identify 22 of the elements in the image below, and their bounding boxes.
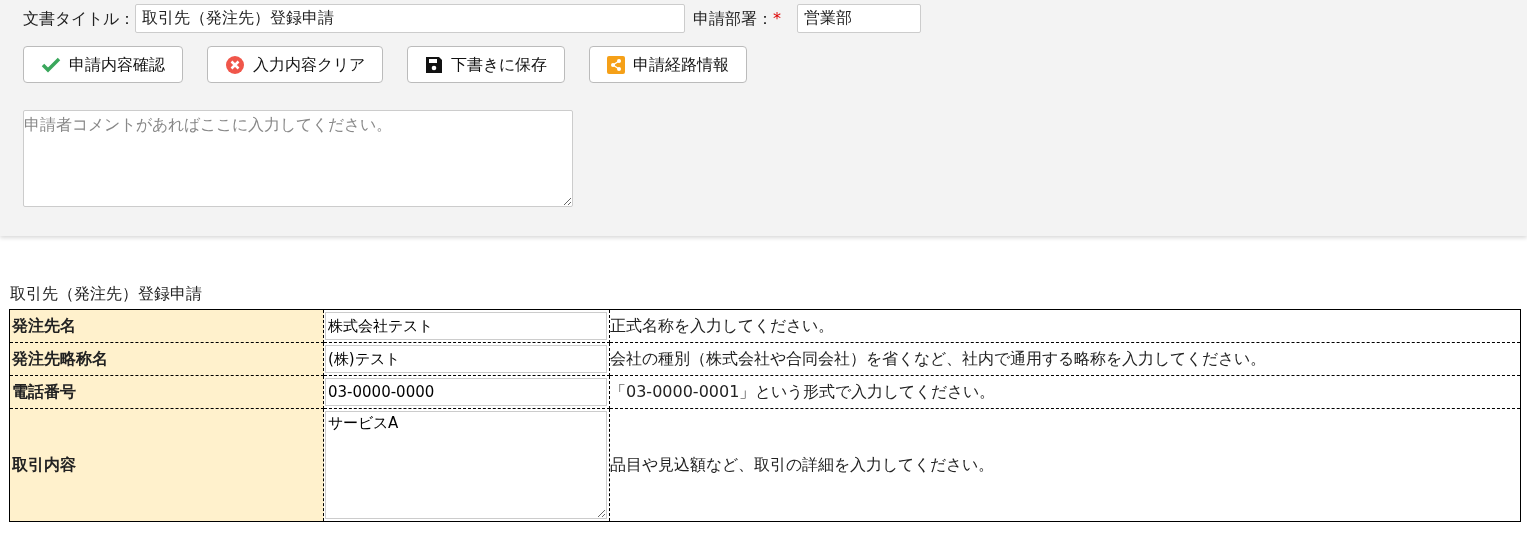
title-field[interactable]: 取引先（発注先）登録申請 xyxy=(135,4,685,33)
text-field[interactable]: 03-0000-0000 xyxy=(325,378,607,406)
action-button[interactable]: 入力内容クリア xyxy=(207,46,383,83)
text-field[interactable]: (株)テスト xyxy=(325,345,607,373)
text-field[interactable]: 株式会社テスト xyxy=(325,312,607,340)
field-label: 発注先略称名 xyxy=(9,342,324,376)
text-area[interactable]: サービスA xyxy=(325,411,607,519)
field-label: 発注先名 xyxy=(9,309,324,343)
form-caption: 取引先（発注先）登録申請 xyxy=(9,283,203,305)
action-button[interactable]: 申請経路情報 xyxy=(589,46,747,83)
clear-icon xyxy=(225,54,245,75)
action-button[interactable]: 申請内容確認 xyxy=(23,46,183,83)
comment-field[interactable]: 申請者コメントがあればここに入力してください。 xyxy=(23,110,573,207)
field-label: 電話番号 xyxy=(9,375,324,409)
check-icon xyxy=(41,56,61,73)
department-field[interactable]: 営業部 xyxy=(797,4,921,33)
required-mark: * xyxy=(773,7,781,30)
field-label: 取引内容 xyxy=(9,408,324,522)
action-button[interactable]: 下書きに保存 xyxy=(407,46,565,83)
share-icon xyxy=(607,55,625,74)
department-label: 申請部署： xyxy=(693,7,773,30)
title-label: 文書タイトル： xyxy=(23,7,135,30)
